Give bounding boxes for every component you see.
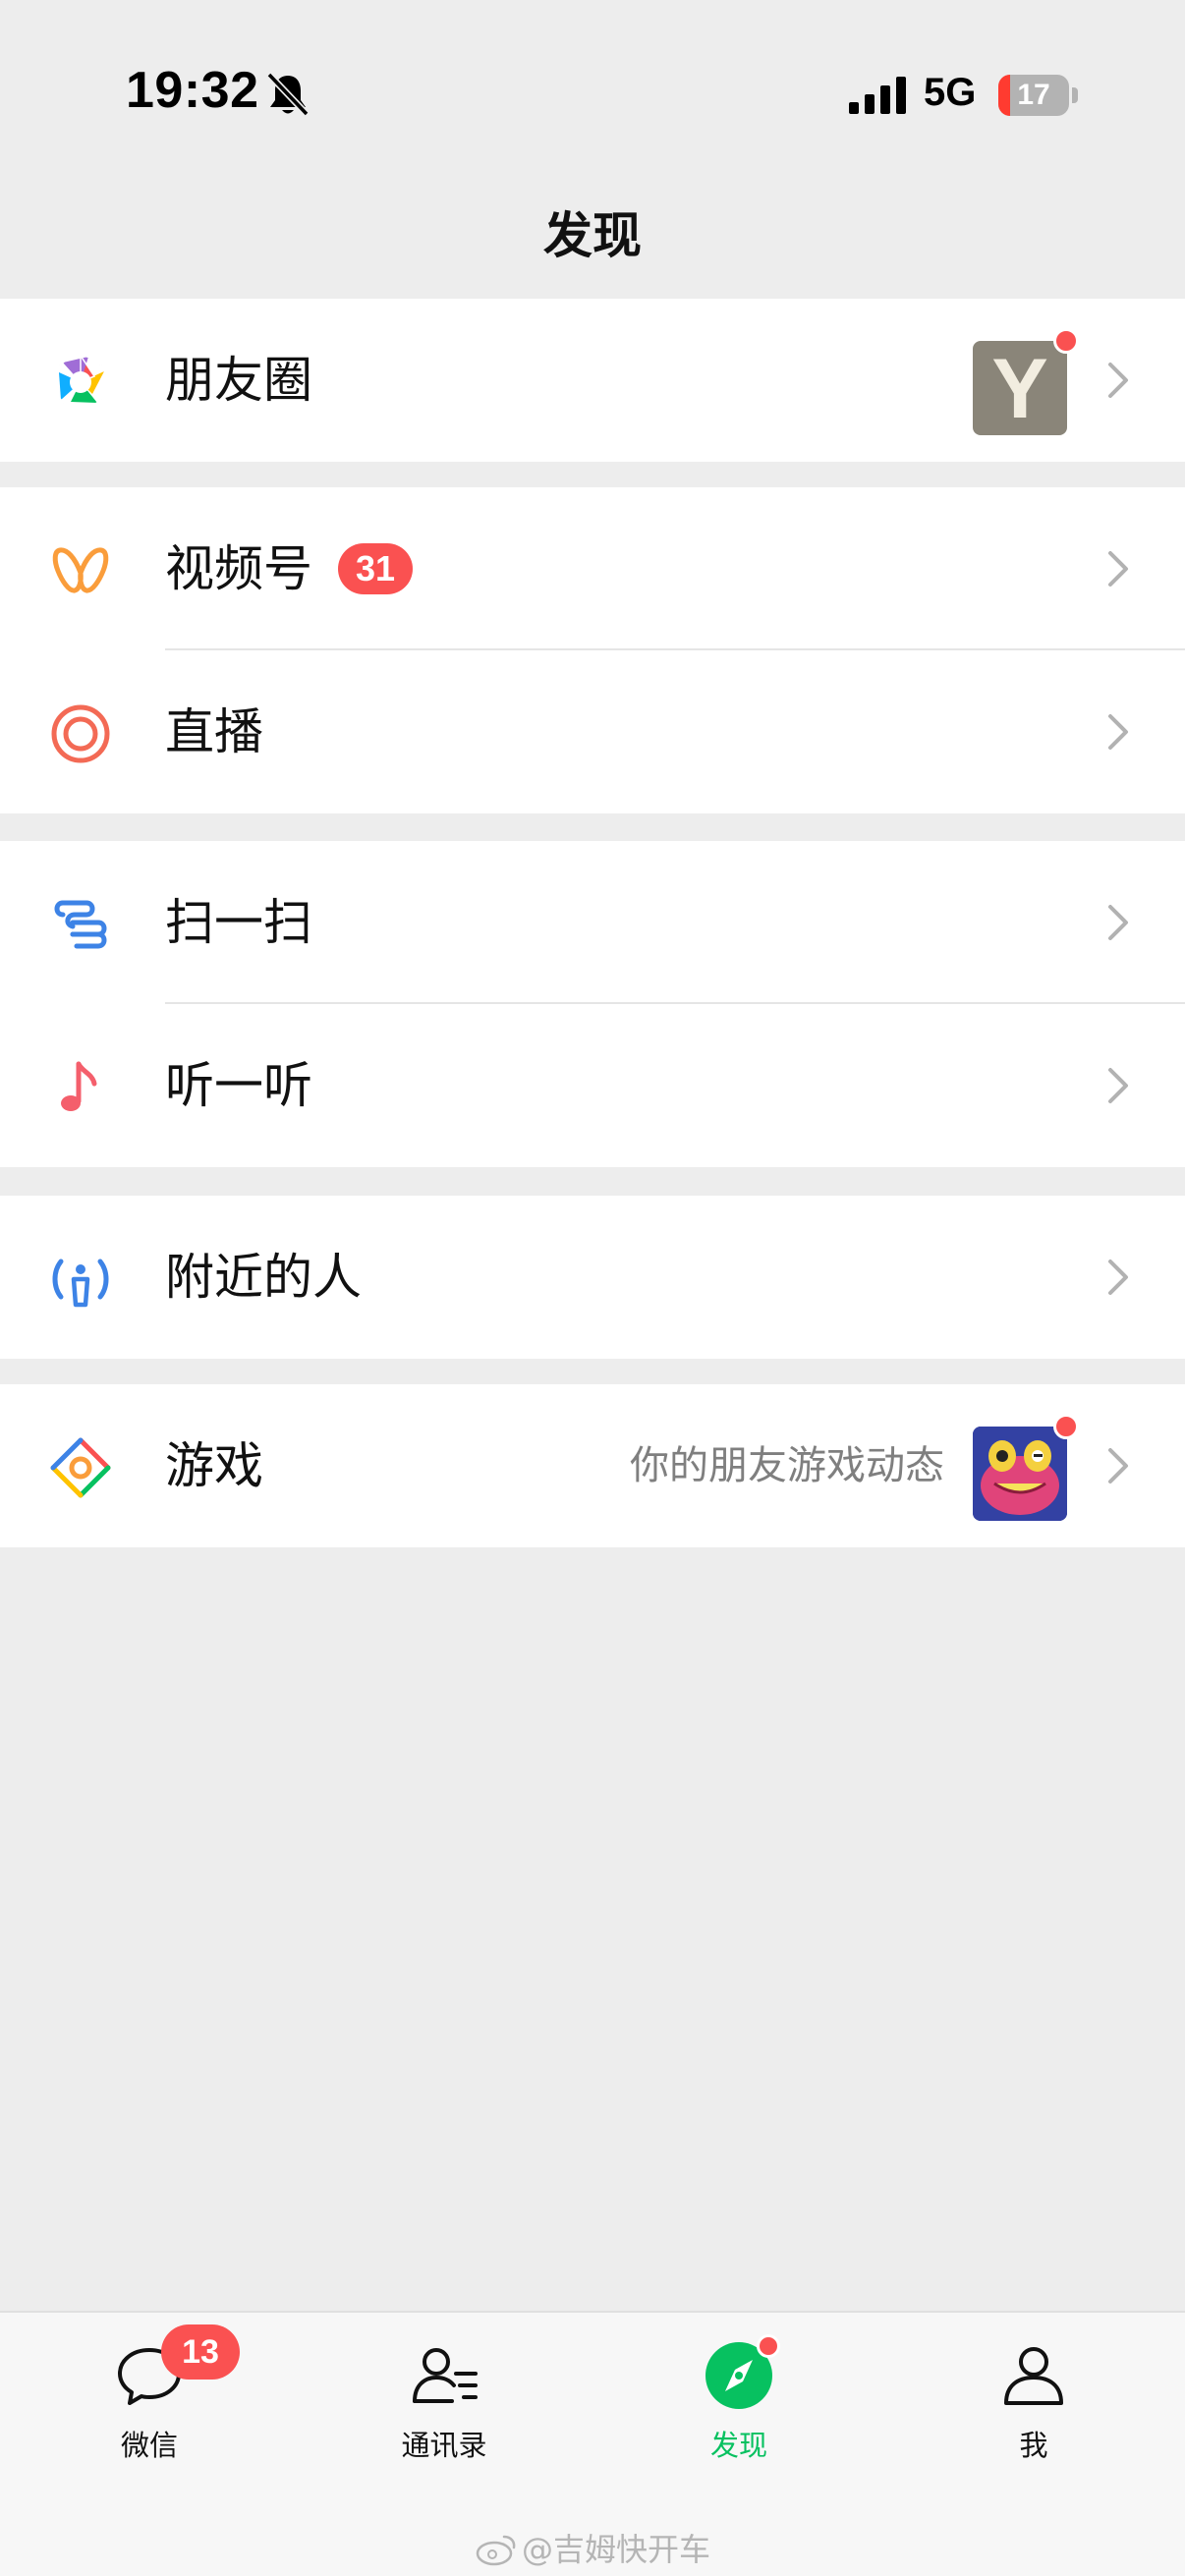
- channels-label: 视频号: [165, 540, 312, 597]
- tab-contacts[interactable]: 通讯录: [297, 2313, 592, 2490]
- cellular-signal-icon: [849, 77, 906, 114]
- menu-item-games[interactable]: 游戏 你的朋友游戏动态: [0, 1384, 1185, 1547]
- moments-new-dot: [1053, 328, 1079, 354]
- moments-group: 朋友圈 Y: [0, 299, 1185, 462]
- menu-item-moments[interactable]: 朋友圈 Y: [0, 299, 1185, 462]
- battery-icon: 17: [998, 75, 1078, 116]
- moments-aperture-icon: [53, 353, 108, 410]
- music-note-icon: [61, 1061, 97, 1111]
- nearby-label: 附近的人: [165, 1249, 362, 1306]
- moments-label: 朋友圈: [165, 352, 312, 409]
- nearby-people-icon: [52, 1259, 109, 1308]
- chevron-right-icon: [1108, 551, 1128, 587]
- contacts-icon: [413, 2348, 478, 2403]
- chevron-right-icon: [1108, 714, 1128, 750]
- weibo-icon: [476, 2535, 516, 2566]
- page-title: 发现: [543, 207, 642, 264]
- tab-discover-label: 发现: [709, 2429, 767, 2462]
- scan-icon: [54, 900, 107, 949]
- person-icon: [1004, 2347, 1063, 2405]
- channels-badge: 31: [338, 543, 414, 594]
- channels-butterfly-icon: [52, 547, 109, 593]
- games-sublabel: 你的朋友游戏动态: [630, 1443, 944, 1488]
- chats-unread-badge: 13: [161, 2324, 240, 2380]
- channels-group: 视频号 31 直播: [0, 487, 1185, 813]
- status-time: 19:32: [126, 62, 259, 119]
- tab-chats-label: 微信: [120, 2429, 178, 2462]
- games-new-dot: [1053, 1414, 1079, 1439]
- watermark-text: @吉姆快开车: [521, 2531, 710, 2568]
- games-thumbnail: [973, 1427, 1067, 1521]
- menu-item-nearby[interactable]: 附近的人: [0, 1196, 1185, 1359]
- listen-label: 听一听: [165, 1057, 312, 1114]
- games-group: 游戏 你的朋友游戏动态: [0, 1384, 1185, 1547]
- menu-item-scan[interactable]: 扫一扫: [0, 841, 1185, 1004]
- live-label: 直播: [165, 703, 263, 760]
- battery-level: 17: [1017, 79, 1050, 111]
- chevron-right-icon: [1108, 905, 1128, 940]
- chevron-right-icon: [1108, 1260, 1128, 1295]
- tab-discover[interactable]: 发现: [592, 2313, 886, 2490]
- games-label: 游戏: [165, 1437, 263, 1494]
- menu-item-live[interactable]: 直播: [0, 650, 1185, 813]
- frog-avatar-icon: [973, 1427, 1067, 1521]
- chevron-right-icon: [1108, 363, 1128, 398]
- chevron-right-icon: [1108, 1448, 1128, 1484]
- chevron-right-icon: [1108, 1068, 1128, 1103]
- tab-me[interactable]: 我: [886, 2313, 1181, 2490]
- games-diamond-icon: [50, 1437, 111, 1498]
- moments-thumbnail-letter: Y: [991, 342, 1048, 435]
- network-label: 5G: [924, 71, 977, 114]
- nearby-group: 附近的人: [0, 1196, 1185, 1359]
- tab-contacts-label: 通讯录: [401, 2429, 487, 2462]
- moments-thumbnail: Y: [973, 341, 1067, 435]
- bell-muted-icon: [266, 72, 310, 117]
- menu-item-channels[interactable]: 视频号 31: [0, 487, 1185, 650]
- scan-label: 扫一扫: [165, 894, 312, 951]
- live-broadcast-icon: [51, 704, 110, 763]
- tab-chats[interactable]: 13 微信: [2, 2313, 297, 2490]
- watermark: @吉姆快开车: [0, 2525, 1185, 2570]
- tools-group: 扫一扫 听一听: [0, 841, 1185, 1167]
- menu-item-listen[interactable]: 听一听: [0, 1004, 1185, 1167]
- status-bar: 19:32 5G 17: [0, 0, 1185, 167]
- tab-me-label: 我: [1019, 2429, 1048, 2462]
- discover-new-dot: [757, 2334, 780, 2358]
